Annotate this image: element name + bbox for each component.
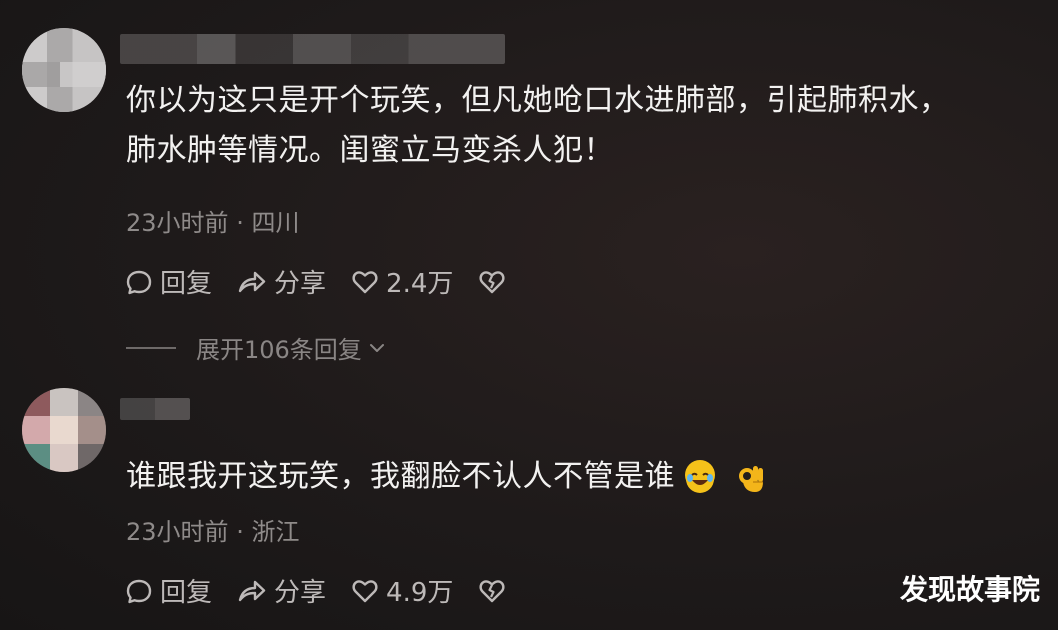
heart-icon [352,579,378,602]
avatar-mosaic [78,416,106,444]
comment-time: 23小时前 [126,209,229,237]
broken-heart-icon [479,270,505,293]
like-button[interactable]: 4.9万 [350,572,453,609]
reply-label: 回复 [160,578,213,608]
like-count: 2.4万 [386,269,454,299]
username-blurred[interactable] [120,398,190,420]
dislike-button[interactable] [477,267,513,297]
avatar-mosaic [50,444,78,472]
avatar-mosaic [78,444,106,472]
comment-text: 谁跟我开这玩笑，我翻脸不认人不管是谁 [126,452,767,502]
ok-hand-emoji [737,460,767,492]
share-arrow-icon [238,271,266,292]
share-button[interactable]: 分享 [236,572,326,609]
comment-meta: 23小时前 · 浙江 [126,512,299,547]
comment-text-line: 谁跟我开这玩笑，我翻脸不认人不管是谁 [126,459,675,494]
laughing-crying-emoji [685,459,715,493]
expand-replies-label: 展开106条回复 [196,336,362,364]
comment-thread: 你以为这只是开个玩笑，但凡她呛口水进肺部，引起肺积水， 肺水肿等情况。闺蜜立马变… [0,0,1058,630]
reply-button[interactable]: 回复 [124,263,212,300]
comment-location: 浙江 [251,518,300,546]
comment-text: 你以为这只是开个玩笑，但凡她呛口水进肺部，引起肺积水， 肺水肿等情况。闺蜜立马变… [126,76,950,176]
avatar[interactable] [22,28,106,112]
comment-bubble-icon [126,270,152,294]
avatar-mosaic [22,444,50,472]
share-label: 分享 [274,269,327,299]
chevron-down-icon [369,343,384,352]
meta-separator: · [236,518,252,546]
avatar[interactable] [22,388,106,472]
reply-label: 回复 [160,269,213,299]
username-blurred[interactable] [120,34,505,64]
expand-replies-button[interactable]: 展开106条回复 [126,330,388,365]
meta-separator: · [236,209,252,237]
share-arrow-icon [238,580,266,601]
avatar-mosaic [50,388,78,416]
expand-divider-line [126,346,176,349]
dislike-button[interactable] [477,576,513,606]
avatar-mosaic [22,388,50,416]
comment-actions: 回复 分享 2.4万 [124,263,537,300]
comment-text-line: 肺水肿等情况。闺蜜立马变杀人犯！ [126,133,614,168]
comment-location: 四川 [251,209,300,237]
avatar-mosaic [22,61,106,87]
comment-text-line: 你以为这只是开个玩笑，但凡她呛口水进肺部，引起肺积水， [126,83,950,118]
comment-actions: 回复 分享 4.9万 [124,572,537,609]
broken-heart-icon [479,579,505,602]
share-label: 分享 [274,578,327,608]
like-count: 4.9万 [386,578,454,608]
comment-bubble-icon [126,579,152,603]
comment-meta: 23小时前 · 四川 [126,203,299,238]
avatar-mosaic [78,388,106,416]
reply-button[interactable]: 回复 [124,572,212,609]
like-button[interactable]: 2.4万 [350,263,453,300]
comment-time: 23小时前 [126,518,229,546]
watermark-text: 发现故事院 [899,573,1040,606]
heart-icon [352,270,378,293]
avatar-mosaic [22,416,50,444]
share-button[interactable]: 分享 [236,263,326,300]
avatar-mosaic [50,416,78,444]
